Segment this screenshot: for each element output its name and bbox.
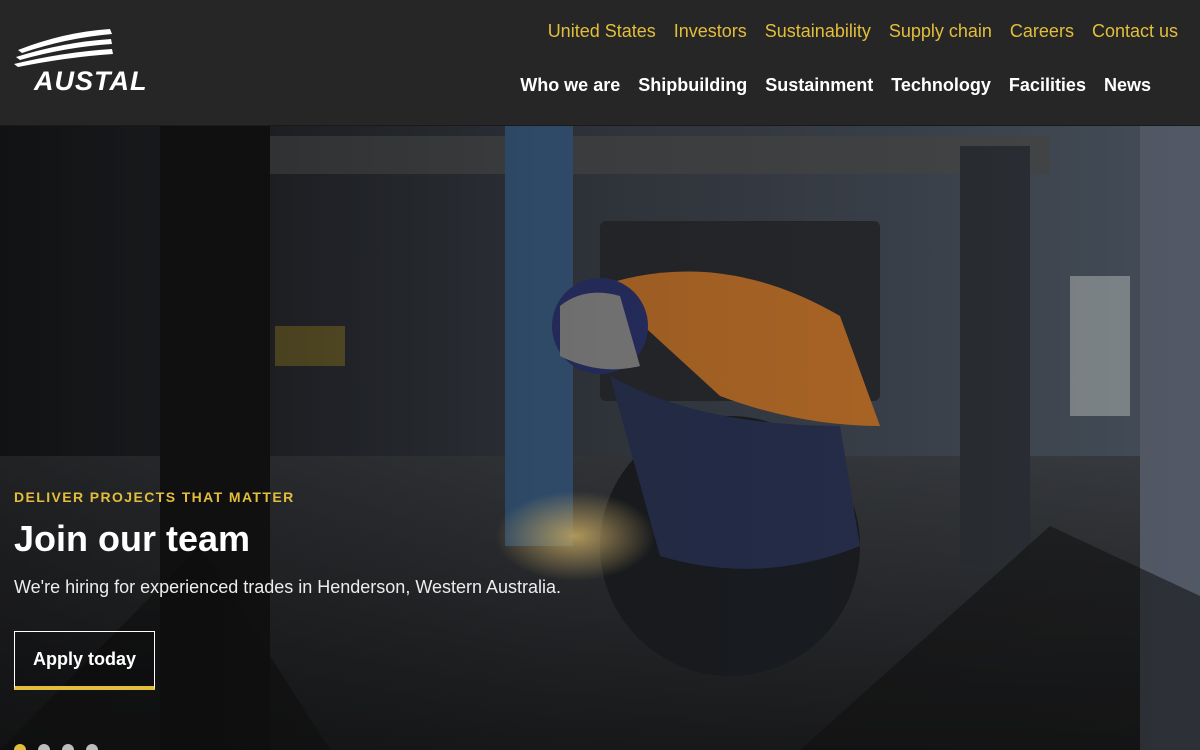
nav-who-we-are[interactable]: Who we are xyxy=(520,75,620,96)
util-link-supply-chain[interactable]: Supply chain xyxy=(889,21,992,42)
util-link-careers[interactable]: Careers xyxy=(1010,21,1074,42)
hero-title: Join our team xyxy=(14,518,251,559)
nav-facilities[interactable]: Facilities xyxy=(1009,75,1086,96)
brand-name: AUSTAL xyxy=(34,66,148,96)
hero-subtitle: We're hiring for experienced trades in H… xyxy=(14,577,562,597)
main-nav: Who we are Shipbuilding Sustainment Tech… xyxy=(520,73,1151,97)
austal-logo[interactable]: AUSTAL xyxy=(14,26,148,96)
util-link-contact-us[interactable]: Contact us xyxy=(1092,21,1178,42)
carousel-dots xyxy=(14,744,98,750)
util-link-united-states[interactable]: United States xyxy=(548,21,656,42)
carousel-dot-2[interactable] xyxy=(38,744,50,750)
carousel-dot-4[interactable] xyxy=(86,744,98,750)
util-link-sustainability[interactable]: Sustainability xyxy=(765,21,871,42)
carousel-dot-1[interactable] xyxy=(14,744,26,750)
nav-sustainment[interactable]: Sustainment xyxy=(765,75,873,96)
hero-banner: Deliver projects that matter Join our te… xyxy=(0,126,1200,750)
apply-today-button[interactable]: Apply today xyxy=(14,631,155,690)
carousel-dot-3[interactable] xyxy=(62,744,74,750)
nav-shipbuilding[interactable]: Shipbuilding xyxy=(638,75,747,96)
util-link-investors[interactable]: Investors xyxy=(674,21,747,42)
site-header: AUSTAL United States Investors Sustainab… xyxy=(0,0,1200,126)
hero-overlay xyxy=(0,126,1200,750)
hero-content: Deliver projects that matter Join our te… xyxy=(14,489,714,599)
nav-technology[interactable]: Technology xyxy=(891,75,991,96)
utility-nav: United States Investors Sustainability S… xyxy=(548,20,1178,42)
hero-eyebrow: Deliver projects that matter xyxy=(14,489,295,505)
nav-news[interactable]: News xyxy=(1104,75,1151,96)
